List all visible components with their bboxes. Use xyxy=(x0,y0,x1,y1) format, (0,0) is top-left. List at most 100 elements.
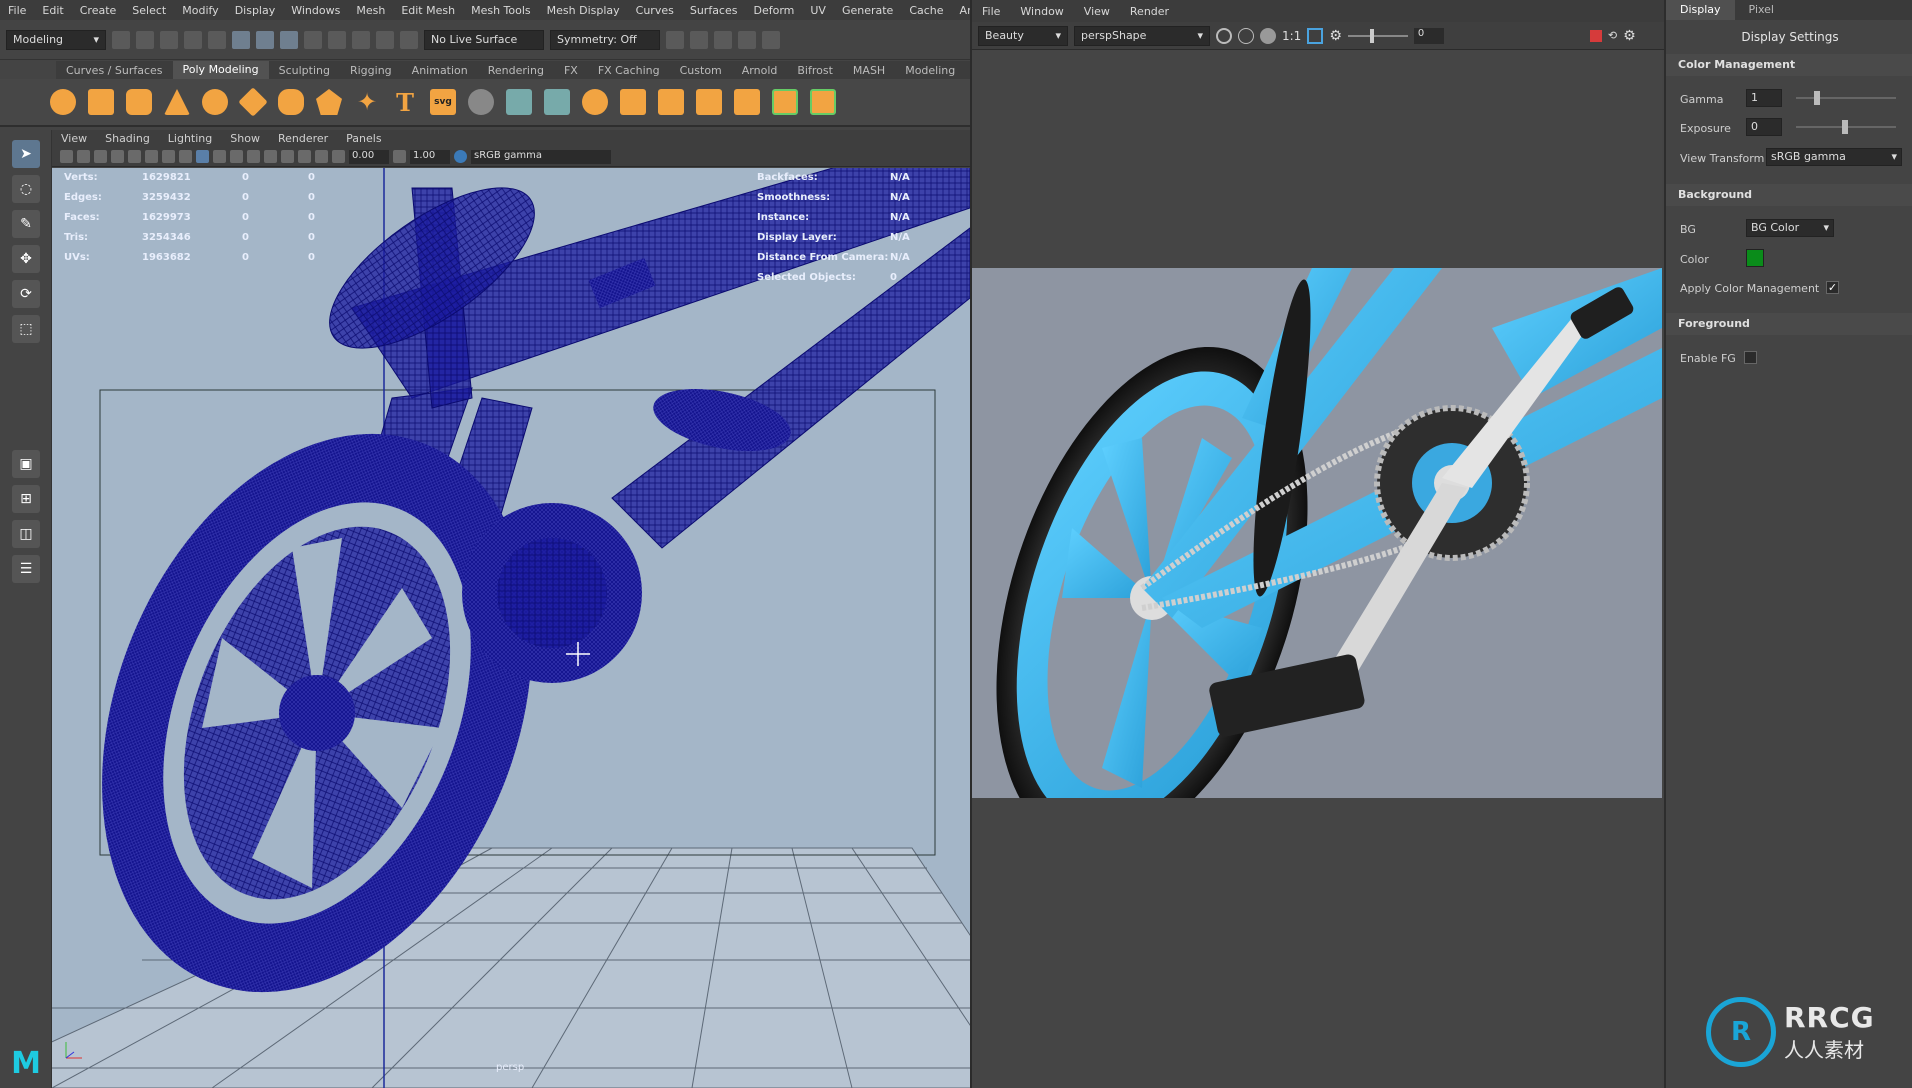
shelf-tab-arnold[interactable]: Arnold xyxy=(732,64,788,77)
select-component-icon[interactable] xyxy=(280,30,298,49)
compare-icon[interactable] xyxy=(1260,27,1276,44)
menu-mesh-tools[interactable]: Mesh Tools xyxy=(463,4,539,17)
ipr-render-icon[interactable] xyxy=(690,30,708,49)
grid-toggle-icon[interactable] xyxy=(128,150,141,163)
shelf-tab-fx-caching[interactable]: FX Caching xyxy=(588,64,670,77)
shelf-tab-sculpting[interactable]: Sculpting xyxy=(269,64,340,77)
render-view-menu-view[interactable]: View xyxy=(1074,5,1120,18)
workspace-dropdown[interactable]: Modeling ▾ xyxy=(6,29,106,50)
snap-view-icon[interactable] xyxy=(376,30,394,49)
svg-tool-icon[interactable]: svg xyxy=(430,89,456,115)
poly-plane-icon[interactable] xyxy=(238,87,268,117)
aov-dropdown[interactable]: Beauty ▾ xyxy=(978,25,1068,46)
select-tool-icon[interactable]: ➤ xyxy=(12,140,40,168)
move-tool-icon[interactable]: ✥ xyxy=(12,245,40,273)
extract-icon[interactable] xyxy=(658,89,684,115)
isolate-select-icon[interactable] xyxy=(298,150,311,163)
poly-torus-icon[interactable] xyxy=(202,89,228,115)
shelf-tab-fx[interactable]: FX xyxy=(554,64,588,77)
menu-edit[interactable]: Edit xyxy=(34,4,71,17)
refresh-icon[interactable]: ⟲ xyxy=(1608,29,1617,42)
poly-cylinder-icon[interactable] xyxy=(126,89,152,115)
region-render-icon[interactable] xyxy=(1307,27,1324,44)
undo-icon[interactable] xyxy=(184,30,202,49)
lasso-tool-icon[interactable]: ◌ xyxy=(12,175,40,203)
new-scene-icon[interactable] xyxy=(112,30,130,49)
smooth-icon[interactable] xyxy=(696,89,722,115)
single-perspective-layout-icon[interactable]: ▣ xyxy=(12,450,40,478)
poly-cube-icon[interactable] xyxy=(88,89,114,115)
bg-dropdown[interactable]: BG Color ▾ xyxy=(1746,219,1834,237)
menu-edit-mesh[interactable]: Edit Mesh xyxy=(393,4,463,17)
menu-curves[interactable]: Curves xyxy=(628,4,682,17)
snap-curve-icon[interactable] xyxy=(328,30,346,49)
shelf-tab-rigging[interactable]: Rigging xyxy=(340,64,402,77)
exposure-input[interactable]: 0 xyxy=(1746,118,1782,136)
menu-mesh-display[interactable]: Mesh Display xyxy=(539,4,628,17)
scale-tool-icon[interactable]: ⬚ xyxy=(12,315,40,343)
gamma-slider-knob[interactable] xyxy=(1814,91,1820,105)
menu-modify[interactable]: Modify xyxy=(174,4,226,17)
gamma-input[interactable]: 1 xyxy=(1746,89,1782,107)
exposure-icon[interactable] xyxy=(332,150,345,163)
panel-menu-show[interactable]: Show xyxy=(221,132,269,145)
menu-generate[interactable]: Generate xyxy=(834,4,901,17)
separate-icon[interactable] xyxy=(620,89,646,115)
render-settings-icon[interactable] xyxy=(714,30,732,49)
shelf-tab-modeling[interactable]: Modeling xyxy=(895,64,965,77)
stop-render-icon[interactable] xyxy=(1589,29,1602,42)
frame-field[interactable]: 0 xyxy=(1413,27,1444,44)
tab-pixel[interactable]: Pixel xyxy=(1735,0,1788,20)
foreground-header[interactable]: Foreground xyxy=(1666,313,1912,335)
snap-live-icon[interactable] xyxy=(400,30,418,49)
select-object-icon[interactable] xyxy=(256,30,274,49)
shelf-tab-mash[interactable]: MASH xyxy=(843,64,895,77)
bg-color-swatch[interactable] xyxy=(1746,249,1764,267)
poly-disc-icon[interactable] xyxy=(278,89,304,115)
shelf-tab-bifrost[interactable]: Bifrost xyxy=(787,64,843,77)
particles-icon[interactable] xyxy=(544,89,570,115)
shelf-tab-custom[interactable]: Custom xyxy=(670,64,732,77)
gamma-slider[interactable] xyxy=(1796,91,1896,105)
film-gate-icon[interactable] xyxy=(145,150,158,163)
menu-surfaces[interactable]: Surfaces xyxy=(682,4,746,17)
menu-select[interactable]: Select xyxy=(124,4,174,17)
symmetry-dropdown[interactable]: Symmetry: Off xyxy=(550,29,660,50)
frame-slider[interactable] xyxy=(1347,28,1408,43)
menu-mesh[interactable]: Mesh xyxy=(348,4,393,17)
use-all-lights-icon[interactable] xyxy=(264,150,277,163)
menu-file[interactable]: File xyxy=(0,4,34,17)
menu-windows[interactable]: Windows xyxy=(283,4,348,17)
super-shape-icon[interactable]: ✦ xyxy=(354,88,380,116)
display-channel-icon[interactable] xyxy=(1216,27,1232,44)
shelf-tab-curves-surfaces[interactable]: Curves / Surfaces xyxy=(56,64,173,77)
menu-deform[interactable]: Deform xyxy=(745,4,802,17)
shadows-icon[interactable] xyxy=(281,150,294,163)
image-plane-icon[interactable] xyxy=(111,150,124,163)
wireframe-on-shaded-icon[interactable] xyxy=(230,150,243,163)
settings-icon[interactable]: ⚙ xyxy=(1329,28,1342,44)
panel-menu-shading[interactable]: Shading xyxy=(96,132,159,145)
exposure-slider-knob[interactable] xyxy=(1842,120,1848,134)
boolean-icon[interactable] xyxy=(734,89,760,115)
rgb-channel-icon[interactable] xyxy=(1238,27,1254,44)
bevel-icon[interactable] xyxy=(772,89,798,115)
perspective-viewport[interactable]: Verts: 1629821 0 0 Edges: 3259432 0 0 Faces: 1629… xyxy=(52,168,970,1088)
exposure-field[interactable]: 0.00 xyxy=(349,149,389,164)
resolution-gate-icon[interactable] xyxy=(162,150,175,163)
snap-point-icon[interactable] xyxy=(352,30,370,49)
panel-menu-lighting[interactable]: Lighting xyxy=(159,132,221,145)
gate-mask-icon[interactable] xyxy=(179,150,192,163)
view-transform-dropdown[interactable]: sRGB gamma ▾ xyxy=(1766,148,1902,166)
menu-uv[interactable]: UV xyxy=(802,4,834,17)
gamma-field[interactable]: 1.00 xyxy=(410,149,450,164)
camera-select-icon[interactable] xyxy=(60,150,73,163)
shelf-tab-poly-modeling[interactable]: Poly Modeling xyxy=(172,61,269,79)
four-view-layout-icon[interactable]: ⊞ xyxy=(12,485,40,513)
camera-lock-icon[interactable] xyxy=(77,150,90,163)
panel-menu-renderer[interactable]: Renderer xyxy=(269,132,337,145)
color-management-icon[interactable] xyxy=(454,150,467,163)
wireframe-icon[interactable] xyxy=(196,150,209,163)
two-panes-layout-icon[interactable]: ◫ xyxy=(12,520,40,548)
tab-display[interactable]: Display xyxy=(1666,0,1735,20)
